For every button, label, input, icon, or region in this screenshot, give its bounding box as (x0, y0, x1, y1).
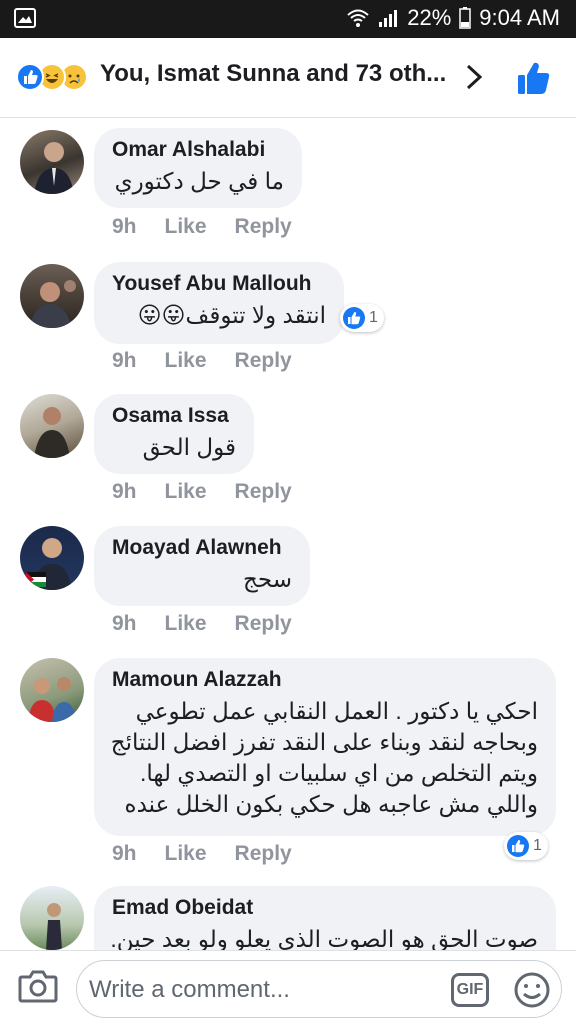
comment-bubble[interactable]: Mamoun Alazzah احكي يا دكتور . العمل الن… (94, 658, 556, 836)
comment-author[interactable]: Osama Issa (112, 404, 236, 428)
comment-input-box[interactable]: GIF (76, 960, 562, 1018)
signal-icon (377, 8, 399, 28)
reactions-header[interactable]: You, Ismat Sunna and 73 oth... (0, 38, 576, 118)
gif-button[interactable]: GIF (451, 973, 489, 1007)
comment-composer: GIF (0, 950, 576, 1024)
like-reaction-icon (507, 835, 529, 857)
reaction-count: 1 (369, 309, 378, 326)
comment-author[interactable]: Moayad Alawneh (112, 536, 292, 560)
comment-text-line: وبحاجه لنقد وبناء على النقد تفرز افضل ال… (110, 729, 538, 755)
comment-bubble[interactable]: Yousef Abu Mallouh انتقد ولا تتوقف😛😛 (94, 262, 344, 344)
comment-time: 9h (112, 349, 137, 372)
status-bar: 22% 9:04 AM (0, 0, 576, 38)
reply-link[interactable]: Reply (235, 215, 292, 239)
comment-reactions[interactable]: 1 (340, 304, 384, 332)
battery-percent: 22% (407, 5, 452, 30)
comment-input[interactable] (89, 971, 429, 1009)
reactions-summary-text[interactable]: You, Ismat Sunna and 73 oth... (100, 60, 446, 88)
comment-time: 9h (112, 215, 137, 238)
reply-link[interactable]: Reply (235, 480, 292, 504)
wifi-icon (347, 8, 369, 28)
comment-text: قول الحق (142, 434, 236, 460)
like-reaction-icon (343, 307, 365, 329)
gallery-notification-icon (14, 8, 36, 28)
comment-text: ما في حل دكتوري (114, 168, 284, 194)
avatar[interactable] (20, 526, 84, 590)
comment-reactions[interactable]: 1 (504, 832, 548, 860)
reply-link[interactable]: Reply (235, 612, 292, 636)
avatar[interactable] (20, 394, 84, 458)
comment-author[interactable]: Emad Obeidat (112, 896, 538, 920)
comment-time: 9h (112, 612, 137, 635)
comment-bubble[interactable]: Moayad Alawneh سحج (94, 526, 310, 606)
comment-time: 9h (112, 480, 137, 503)
like-reaction-icon (16, 63, 44, 91)
comment-author[interactable]: Omar Alshalabi (112, 138, 284, 162)
comment-author[interactable]: Yousef Abu Mallouh (112, 272, 326, 296)
comment-time: 9h (112, 842, 137, 865)
like-link[interactable]: Like (165, 842, 207, 866)
like-button-icon[interactable] (514, 58, 554, 98)
reaction-count: 1 (533, 837, 542, 854)
comment-text-line: ويتم التخلص من اي سلبيات او التصدي لها. (140, 760, 538, 786)
camera-icon[interactable] (18, 967, 58, 1005)
comment-text-line: احكي يا دكتور . العمل النقابي عمل تطوعي (135, 698, 538, 724)
comment-bubble[interactable]: Omar Alshalabi ما في حل دكتوري (94, 128, 302, 208)
reply-link[interactable]: Reply (235, 842, 292, 866)
battery-icon (459, 7, 472, 29)
avatar[interactable] (20, 886, 84, 950)
like-link[interactable]: Like (165, 480, 207, 504)
like-link[interactable]: Like (165, 215, 207, 239)
like-link[interactable]: Like (165, 349, 207, 373)
comment-text-line: واللي مش عاجبه هل حكي بكون الخلل عنده (124, 791, 538, 817)
comment-author[interactable]: Mamoun Alazzah (112, 668, 538, 692)
comment-bubble[interactable]: Osama Issa قول الحق (94, 394, 254, 474)
emoji-icon[interactable] (513, 971, 551, 1009)
avatar[interactable] (20, 264, 84, 328)
chevron-right-icon[interactable] (462, 62, 486, 92)
reaction-summary[interactable] (16, 63, 88, 91)
comment-text: سحج (243, 566, 292, 592)
avatar[interactable] (20, 658, 84, 722)
avatar[interactable] (20, 130, 84, 194)
like-link[interactable]: Like (165, 612, 207, 636)
reply-link[interactable]: Reply (235, 349, 292, 373)
clock: 9:04 AM (479, 5, 560, 30)
comment-text: انتقد ولا تتوقف😛😛 (137, 302, 326, 328)
